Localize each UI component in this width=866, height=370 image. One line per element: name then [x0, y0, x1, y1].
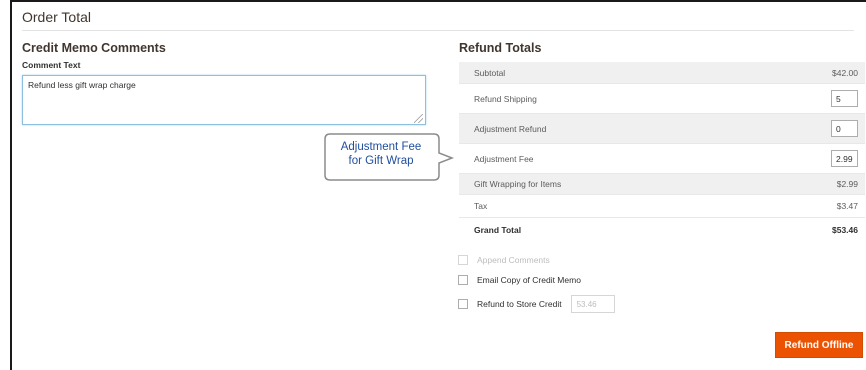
- gift-wrapping-label: Gift Wrapping for Items: [474, 179, 562, 189]
- store-credit-amount-input: [570, 295, 615, 313]
- append-comments-label: Append Comments: [477, 255, 550, 265]
- store-credit-checkbox[interactable]: [458, 299, 468, 309]
- subtotal-row: Subtotal $42.00: [459, 62, 865, 84]
- tax-value: $3.47: [836, 201, 858, 211]
- subtotal-value: $42.00: [832, 67, 858, 78]
- grand-total-row: Grand Total $53.46: [459, 218, 865, 242]
- store-credit-label[interactable]: Refund to Store Credit: [477, 299, 562, 309]
- callout-adjustment-fee: Adjustment Fee for Gift Wrap: [324, 133, 455, 181]
- email-copy-label[interactable]: Email Copy of Credit Memo: [477, 275, 581, 285]
- resize-grip-icon[interactable]: [414, 114, 423, 123]
- comment-text-label: Comment Text: [22, 60, 81, 70]
- callout-text: Adjustment Fee for Gift Wrap: [324, 140, 438, 168]
- email-copy-checkbox[interactable]: [458, 275, 468, 285]
- adjustment-refund-input[interactable]: [831, 120, 858, 137]
- refund-shipping-row: Refund Shipping: [459, 84, 865, 114]
- comments-heading: Credit Memo Comments: [22, 41, 166, 55]
- subtotal-label: Subtotal: [474, 67, 506, 78]
- store-credit-option[interactable]: Refund to Store Credit: [458, 295, 615, 313]
- gift-wrapping-row: Gift Wrapping for Items $2.99: [459, 174, 865, 195]
- email-copy-option[interactable]: Email Copy of Credit Memo: [458, 275, 581, 285]
- section-divider: [22, 30, 854, 31]
- refund-shipping-label: Refund Shipping: [474, 93, 537, 104]
- section-title: Order Total: [22, 9, 91, 25]
- callout-line-1: Adjustment Fee: [340, 141, 422, 153]
- adjustment-refund-row: Adjustment Refund: [459, 114, 865, 144]
- refund-totals-table: Subtotal $42.00 Refund Shipping Adjustme…: [459, 62, 866, 242]
- adjustment-refund-label: Adjustment Refund: [474, 123, 547, 134]
- gift-wrapping-value: $2.99: [836, 179, 858, 189]
- refund-totals-heading: Refund Totals: [459, 41, 542, 55]
- append-comments-option: Append Comments: [458, 255, 550, 265]
- adjustment-fee-input[interactable]: [831, 150, 858, 167]
- adjustment-fee-label: Adjustment Fee: [474, 153, 534, 164]
- tax-row: Tax $3.47: [459, 195, 865, 218]
- callout-line-2: for Gift Wrap: [348, 155, 414, 167]
- tax-label: Tax: [474, 201, 488, 211]
- grand-total-label: Grand Total: [474, 225, 522, 235]
- grand-total-value: $53.46: [832, 225, 858, 235]
- refund-offline-button[interactable]: Refund Offline: [775, 332, 863, 358]
- refund-shipping-input[interactable]: [831, 90, 858, 107]
- comment-textarea[interactable]: Refund less gift wrap charge: [22, 75, 426, 125]
- append-comments-checkbox: [458, 255, 468, 265]
- adjustment-fee-row: Adjustment Fee: [459, 144, 865, 174]
